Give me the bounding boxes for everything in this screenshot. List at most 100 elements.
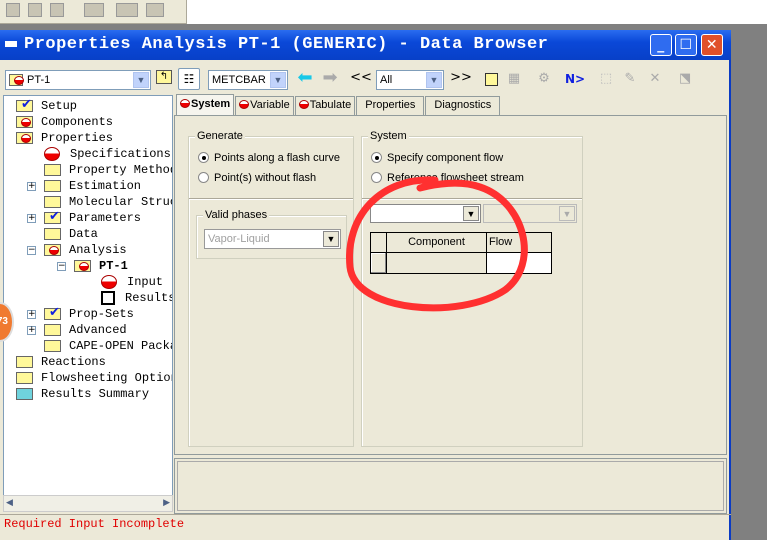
tree-item[interactable]: PT-1 [74, 258, 128, 274]
tree-item-label: PT-1 [99, 259, 128, 273]
status-icon[interactable]: ▦ [505, 71, 523, 87]
expand-icon[interactable]: + [27, 182, 36, 191]
notes-icon[interactable] [485, 73, 498, 86]
toolbar-icon[interactable] [146, 3, 164, 17]
chevron-down-icon[interactable]: ▼ [426, 72, 442, 88]
valid-phases-group: Valid phases Vapor-Liquid ▼ [196, 209, 347, 259]
tree-item[interactable]: Advanced [44, 322, 127, 338]
chevron-down-icon[interactable]: ▼ [323, 231, 339, 247]
edit-icon[interactable]: ✎ [621, 71, 639, 87]
tree-item[interactable]: Components [16, 114, 113, 130]
tree-item-label: Property Methods [69, 163, 173, 177]
tree-item-label: Setup [41, 99, 78, 113]
tab-label: Diagnostics [434, 99, 492, 111]
folder-complete-icon: ✔ [44, 209, 61, 224]
tree-item-label: Advanced [69, 323, 127, 337]
tree-item[interactable]: Results Summary [16, 386, 149, 402]
tab-label: System [191, 98, 231, 110]
prompt-area [174, 458, 727, 514]
toolbar-icon[interactable] [6, 3, 20, 17]
folder-icon [16, 387, 33, 400]
folder-incomplete-icon [16, 115, 33, 128]
collapse-icon[interactable]: − [27, 246, 36, 255]
tree-item[interactable]: Data [44, 226, 98, 242]
tree-item[interactable]: ✔ Prop-Sets [44, 305, 134, 322]
tree-item[interactable]: Property Methods [44, 162, 173, 178]
blank-area [186, 0, 767, 24]
toolbar-icon[interactable] [28, 3, 42, 17]
divider [189, 198, 353, 200]
chevron-down-icon[interactable]: ▼ [270, 72, 286, 88]
incomplete-icon [180, 99, 190, 108]
toolbar-icon[interactable] [84, 3, 104, 17]
tree-item[interactable]: Results [101, 290, 172, 306]
folder-complete-icon: ✔ [16, 97, 33, 112]
radio-specify-component-flow[interactable]: Specify component flow [371, 152, 503, 164]
units-select[interactable]: METCBAR ▼ [208, 70, 288, 90]
back-arrow-icon[interactable]: ⬅ [296, 69, 314, 87]
tree-item-label: Reactions [41, 355, 106, 369]
tab-bar: System Variable Tabulate Properties Diag… [176, 94, 501, 115]
folder-icon [44, 163, 61, 176]
tab-variable[interactable]: Variable [235, 96, 294, 115]
minimize-button[interactable]: _ [650, 34, 672, 56]
tree-horizontal-scrollbar[interactable]: ◀ ▶ [3, 495, 173, 512]
tree-item[interactable]: ✔ Parameters [44, 209, 141, 226]
tree-item[interactable]: Properties [16, 130, 113, 146]
object-select[interactable]: PT-1 ▼ [5, 70, 151, 90]
expand-icon[interactable]: + [27, 326, 36, 335]
generate-label: Generate [195, 130, 245, 142]
close-button[interactable]: ✕ [701, 34, 723, 56]
filter-select[interactable]: All ▼ [376, 70, 444, 90]
scroll-right-icon[interactable]: ▶ [163, 497, 170, 508]
up-folder-icon[interactable]: ↰ [156, 70, 172, 84]
tab-label: Properties [365, 99, 416, 111]
tree-item[interactable]: CAPE-OPEN Packages [44, 338, 172, 354]
tree-item[interactable]: Molecular Structure [44, 194, 172, 210]
results-icon[interactable]: ⬔ [676, 71, 694, 87]
collapse-icon[interactable]: − [57, 262, 66, 271]
tab-system[interactable]: System [176, 94, 235, 115]
tree-item[interactable]: Estimation [44, 178, 141, 194]
window-menu-icon[interactable] [5, 41, 17, 47]
tab-diagnostics[interactable]: Diagnostics [425, 96, 501, 115]
valid-phases-label: Valid phases [203, 209, 270, 221]
next-required-button[interactable]: N> [564, 71, 586, 87]
maximize-button[interactable]: ☐ [675, 34, 697, 56]
expand-icon[interactable]: + [27, 310, 36, 319]
radio-points-without-flash[interactable]: Point(s) without flash [198, 172, 316, 184]
delete-icon[interactable]: ✕ [646, 71, 664, 87]
toolbar-icon[interactable] [116, 3, 138, 17]
copy-icon[interactable]: ⬚ [597, 71, 615, 87]
tree-toggle-icon[interactable]: ☷ [178, 68, 200, 90]
next-button[interactable]: >> [450, 70, 472, 86]
incomplete-icon [44, 146, 60, 161]
tab-label: Tabulate [309, 99, 352, 111]
folder-icon [44, 195, 61, 208]
tab-properties[interactable]: Properties [356, 96, 425, 115]
valid-phases-select[interactable]: Vapor-Liquid ▼ [204, 229, 341, 249]
tree-item-label: Properties [41, 131, 114, 145]
scroll-left-icon[interactable]: ◀ [6, 497, 13, 508]
tree-item[interactable]: Flowsheeting Options [16, 370, 172, 386]
tab-tabulate[interactable]: Tabulate [294, 96, 356, 115]
tree-item[interactable]: Specifications [44, 146, 171, 162]
chevron-down-icon[interactable]: ▼ [559, 206, 575, 221]
tree-item-label: Analysis [69, 243, 127, 257]
setup-icon[interactable]: ⚙ [535, 71, 553, 87]
tree-item[interactable]: Analysis [44, 242, 127, 258]
status-bar: Required Input Incomplete [0, 514, 731, 534]
folder-incomplete-icon [74, 259, 91, 272]
previous-button[interactable]: << [350, 70, 372, 86]
chevron-down-icon[interactable]: ▼ [133, 72, 149, 88]
toolbar-icon[interactable] [50, 3, 64, 17]
folder-icon [44, 339, 61, 352]
tree-item[interactable]: ✔ Setup [16, 97, 78, 114]
folder-incomplete-icon [44, 243, 61, 256]
tree-item-label: Prop-Sets [69, 307, 134, 321]
expand-icon[interactable]: + [27, 214, 36, 223]
forward-arrow-icon[interactable]: ➡ [321, 69, 339, 87]
tree-item[interactable]: Reactions [16, 354, 106, 370]
radio-points-along-flash-curve[interactable]: Points along a flash curve [198, 152, 340, 164]
tree-item[interactable]: Input [101, 274, 163, 290]
